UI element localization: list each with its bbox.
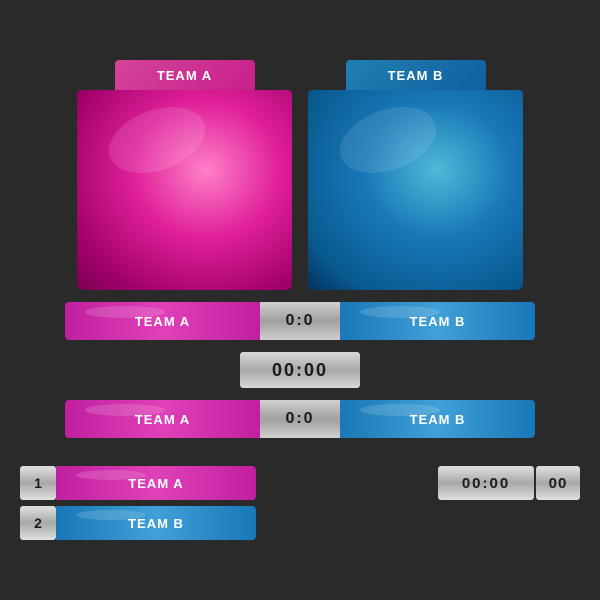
ticker-timer-group: 00:00 00 <box>438 466 580 500</box>
team-b-score-bar-2: TEAM B <box>340 400 535 438</box>
score-value-2: 0:0 <box>285 410 314 428</box>
ticker-timer-1: 00:00 <box>438 466 534 500</box>
team-a-score-label: TEAM A <box>135 314 190 329</box>
ticker-section: 1 TEAM A 00:00 00 2 TEAM B <box>20 466 580 540</box>
ticker-extra-1: 00 <box>536 466 580 500</box>
team-b-banner-label: TEAM B <box>388 68 444 83</box>
ticker-num-1: 1 <box>20 466 56 500</box>
top-banners: TEAM A TEAM B <box>20 60 580 290</box>
team-b-score-bar: TEAM B <box>340 302 535 340</box>
team-a-score-bar-2: TEAM A <box>65 400 260 438</box>
timer-value-1: 00:00 <box>272 360 328 381</box>
timer-row-1: 00:00 <box>20 352 580 388</box>
team-a-banner: TEAM A <box>77 60 292 290</box>
ticker-row-2: 2 TEAM B <box>20 506 580 540</box>
ticker-row-1: 1 TEAM A 00:00 00 <box>20 466 580 500</box>
ticker-num-2: 2 <box>20 506 56 540</box>
team-a-banner-tab: TEAM A <box>115 60 255 90</box>
team-b-banner: TEAM B <box>308 60 523 290</box>
score-row-2: TEAM A 0:0 TEAM B <box>20 400 580 438</box>
main-container: TEAM A TEAM B TEAM A 0:0 TEAM B 00:00 <box>20 60 580 540</box>
score-value-1: 0:0 <box>285 312 314 330</box>
team-a-score-bar: TEAM A <box>65 302 260 340</box>
team-a-banner-body <box>77 90 292 290</box>
ticker-num-2-value: 2 <box>34 515 42 531</box>
timer-display-1: 00:00 <box>240 352 360 388</box>
team-b-score-label-2: TEAM B <box>410 412 466 427</box>
ticker-name-b: TEAM B <box>56 506 256 540</box>
ticker-timer-1-value: 00:00 <box>462 475 510 492</box>
ticker-extra-1-value: 00 <box>549 475 568 492</box>
score-display-2: 0:0 <box>260 400 340 438</box>
ticker-num-1-value: 1 <box>34 475 42 491</box>
score-display-1: 0:0 <box>260 302 340 340</box>
ticker-name-a-label: TEAM A <box>128 476 183 491</box>
ticker-name-a: TEAM A <box>56 466 256 500</box>
team-a-banner-label: TEAM A <box>157 68 212 83</box>
team-a-score-label-2: TEAM A <box>135 412 190 427</box>
team-b-banner-body <box>308 90 523 290</box>
team-b-score-label: TEAM B <box>410 314 466 329</box>
score-row-1: TEAM A 0:0 TEAM B <box>20 302 580 340</box>
team-b-banner-tab: TEAM B <box>346 60 486 90</box>
ticker-name-b-label: TEAM B <box>128 516 184 531</box>
